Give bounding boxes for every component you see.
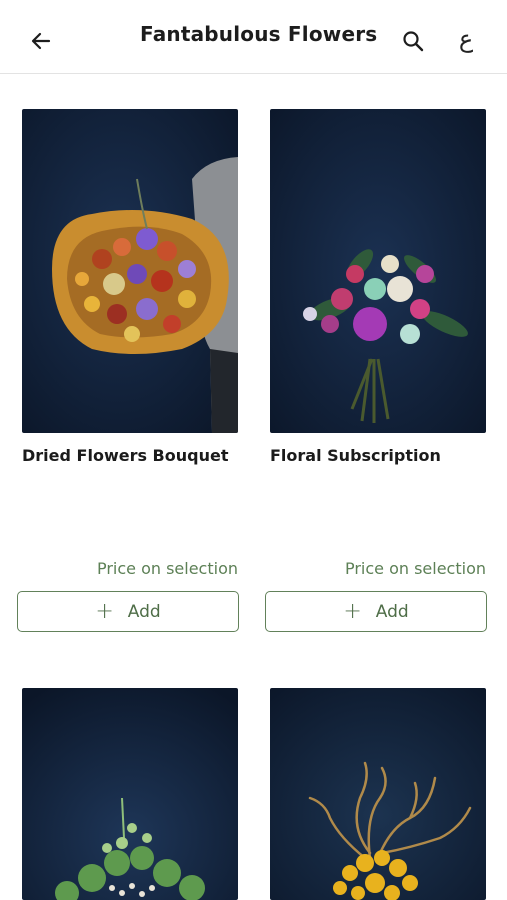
arrow-left-icon [31,32,51,50]
add-to-cart-button[interactable]: + Add [17,591,239,632]
app-header: Fantabulous Flowers ع [0,0,507,74]
back-button[interactable] [26,26,56,56]
product-image[interactable] [270,688,486,900]
search-button[interactable] [398,26,428,56]
add-button-label: Add [127,601,161,622]
language-toggle-button[interactable]: ع [452,22,480,56]
product-image[interactable] [22,688,238,900]
page-title: Fantabulous Flowers [140,22,378,46]
product-price: Price on selection [344,559,486,578]
plus-icon: + [95,598,114,624]
search-icon [403,31,424,52]
product-price: Price on selection [96,559,238,578]
product-image-dried-bouquet[interactable] [22,109,238,433]
product-title[interactable]: Dried Flowers Bouquet [22,446,228,465]
add-to-cart-button[interactable]: + Add [265,591,487,632]
plus-icon: + [343,598,362,624]
product-title[interactable]: Floral Subscription [270,446,441,465]
product-image-floral-subscription[interactable] [270,109,486,433]
add-button-label: Add [375,601,409,622]
